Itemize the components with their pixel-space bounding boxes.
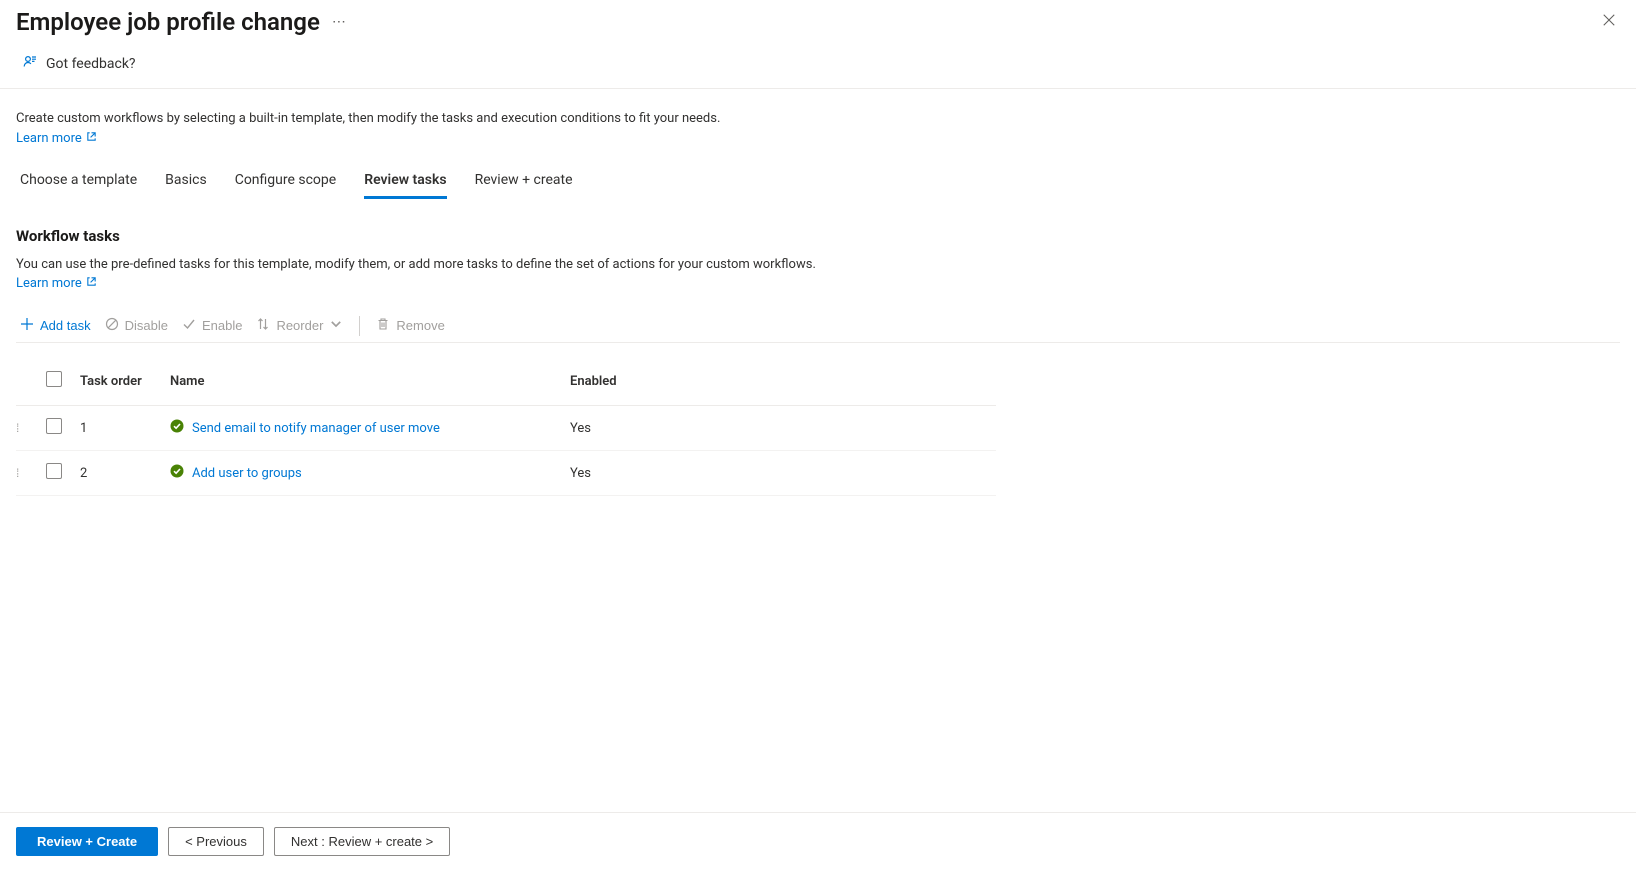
cell-name: Add user to groups (170, 464, 554, 482)
page-title: Employee job profile change (16, 8, 320, 36)
success-icon (170, 419, 184, 437)
table-row: ⁞ 1 Send email to notify manager of user… (16, 406, 996, 451)
external-link-icon (86, 131, 97, 146)
cell-order: 2 (72, 451, 162, 496)
col-name[interactable]: Name (162, 361, 562, 406)
page-header: Employee job profile change ⋯ (0, 0, 1636, 36)
drag-handle-icon[interactable]: ⁞ (16, 421, 19, 435)
previous-button[interactable]: < Previous (168, 827, 264, 856)
table-row: ⁞ 2 Add user to groups Yes (16, 451, 996, 496)
add-task-button[interactable]: Add task (20, 315, 91, 336)
tab-choose-template[interactable]: Choose a template (20, 166, 137, 199)
task-name-link[interactable]: Add user to groups (192, 466, 302, 481)
row-checkbox[interactable] (46, 418, 62, 434)
main-content: Create custom workflows by selecting a b… (0, 89, 1636, 496)
row-checkbox[interactable] (46, 463, 62, 479)
cell-order: 1 (72, 406, 162, 451)
cell-enabled: Yes (562, 451, 996, 496)
tasks-toolbar: Add task Disable Enable Reorder (16, 309, 1620, 343)
disable-button[interactable]: Disable (105, 315, 168, 336)
section-learn-more-label: Learn more (16, 276, 82, 291)
drag-handle-icon[interactable]: ⁞ (16, 466, 19, 480)
section-heading: Workflow tasks (16, 227, 1620, 245)
remove-button[interactable]: Remove (376, 315, 444, 336)
external-link-icon (86, 276, 97, 291)
select-all-checkbox[interactable] (46, 371, 62, 387)
wizard-tabs: Choose a template Basics Configure scope… (16, 166, 1620, 199)
reorder-label: Reorder (276, 318, 323, 333)
toolbar-separator (359, 316, 360, 336)
col-drag (16, 361, 38, 406)
trash-icon (376, 317, 390, 334)
add-task-label: Add task (40, 318, 91, 333)
task-name-link[interactable]: Send email to notify manager of user mov… (192, 421, 440, 436)
more-actions-icon[interactable]: ⋯ (332, 14, 347, 30)
success-icon (170, 464, 184, 482)
tab-review-tasks[interactable]: Review tasks (364, 166, 446, 199)
learn-more-link[interactable]: Learn more (16, 131, 97, 146)
col-checkbox (38, 361, 72, 406)
close-icon[interactable] (1598, 9, 1620, 35)
feedback-link[interactable]: Got feedback? (0, 36, 1636, 89)
col-task-order[interactable]: Task order (72, 361, 162, 406)
plus-icon (20, 317, 34, 334)
feedback-icon (22, 54, 38, 74)
tab-configure-scope[interactable]: Configure scope (235, 166, 337, 199)
cell-name: Send email to notify manager of user mov… (170, 419, 554, 437)
disable-label: Disable (125, 318, 168, 333)
tab-review-create[interactable]: Review + create (475, 166, 573, 199)
tasks-table: Task order Name Enabled ⁞ 1 Send email t… (16, 361, 996, 496)
table-header-row: Task order Name Enabled (16, 361, 996, 406)
section-description: You can use the pre-defined tasks for th… (16, 255, 1620, 275)
check-icon (182, 317, 196, 334)
section-learn-more-link[interactable]: Learn more (16, 276, 97, 291)
disable-icon (105, 317, 119, 334)
reorder-button[interactable]: Reorder (256, 315, 343, 336)
enable-button[interactable]: Enable (182, 315, 242, 336)
footer-actions: Review + Create < Previous Next : Review… (0, 812, 1636, 870)
chevron-down-icon (329, 317, 343, 334)
review-create-button[interactable]: Review + Create (16, 827, 158, 856)
remove-label: Remove (396, 318, 444, 333)
page-title-row: Employee job profile change ⋯ (16, 8, 347, 36)
tab-basics[interactable]: Basics (165, 166, 207, 199)
intro-text: Create custom workflows by selecting a b… (16, 109, 1620, 129)
reorder-icon (256, 317, 270, 334)
feedback-label: Got feedback? (46, 56, 136, 72)
cell-enabled: Yes (562, 406, 996, 451)
next-button[interactable]: Next : Review + create > (274, 827, 450, 856)
col-enabled[interactable]: Enabled (562, 361, 996, 406)
enable-label: Enable (202, 318, 242, 333)
learn-more-label: Learn more (16, 131, 82, 146)
